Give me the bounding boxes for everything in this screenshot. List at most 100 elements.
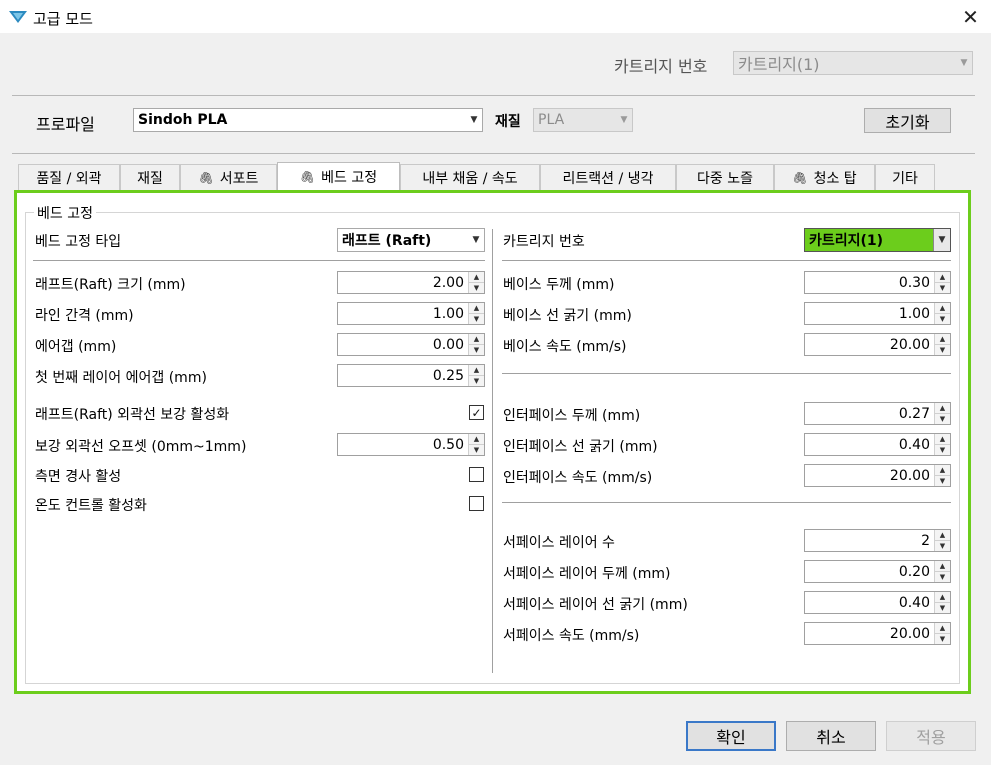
spin-down-icon[interactable]: ▼: [469, 313, 484, 324]
material-label: 재질: [495, 114, 521, 130]
interface-speed-spinbox[interactable]: 20.00 ▲ ▼: [804, 464, 951, 487]
spin-up-icon[interactable]: ▲: [935, 303, 950, 313]
spin-up-icon[interactable]: ▲: [469, 303, 484, 313]
top-cartridge-select[interactable]: 카트리지(1) ▼: [733, 51, 973, 75]
tab-material[interactable]: 재질: [120, 164, 180, 190]
line-spacing-spinbox[interactable]: 1.00 ▲ ▼: [337, 302, 485, 325]
tab-retraction-cooling[interactable]: 리트랙션 / 냉각: [540, 164, 676, 190]
spin-up-icon[interactable]: ▲: [935, 434, 950, 444]
spin-down-icon[interactable]: ▼: [469, 282, 484, 293]
tab-infill-speed[interactable]: 내부 채움 / 속도: [400, 164, 540, 190]
spin-up-icon[interactable]: ▲: [935, 530, 950, 540]
base-speed-label: 베이스 속도 (mm/s): [503, 339, 627, 355]
chevron-down-icon: ▼: [472, 235, 480, 245]
group-title: 베드 고정: [34, 203, 96, 223]
base-line-width-label: 베이스 선 굵기 (mm): [503, 308, 632, 324]
surface-layer-count-label: 서페이스 레이어 수: [503, 535, 615, 551]
airgap-label: 에어갭 (mm): [35, 339, 117, 355]
spin-down-icon[interactable]: ▼: [935, 540, 950, 551]
raft-size-label: 래프트(Raft) 크기 (mm): [35, 277, 186, 293]
raft-outline-checkbox[interactable]: ✓: [469, 405, 484, 420]
divider: [502, 260, 951, 261]
divider: [12, 153, 975, 154]
paperclip-icon: 🖇: [792, 170, 808, 185]
first-layer-airgap-spinbox[interactable]: 0.25 ▲ ▼: [337, 364, 485, 387]
surface-layer-count-spinbox[interactable]: 2 ▲ ▼: [804, 529, 951, 552]
interface-line-width-label: 인터페이스 선 굵기 (mm): [503, 439, 658, 455]
base-line-width-spinbox[interactable]: 1.00 ▲ ▼: [804, 302, 951, 325]
base-thickness-spinbox[interactable]: 0.30 ▲ ▼: [804, 271, 951, 294]
spin-up-icon[interactable]: ▲: [469, 365, 484, 375]
surface-layer-line-width-label: 서페이스 레이어 선 굵기 (mm): [503, 597, 688, 613]
raft-size-spinbox[interactable]: 2.00 ▲ ▼: [337, 271, 485, 294]
interface-thickness-spinbox[interactable]: 0.27 ▲ ▼: [804, 402, 951, 425]
profile-select[interactable]: Sindoh PLA ▼: [133, 108, 483, 132]
spin-down-icon[interactable]: ▼: [935, 344, 950, 355]
outline-offset-label: 보강 외곽선 오프셋 (0mm~1mm): [35, 439, 247, 455]
spin-down-icon[interactable]: ▼: [935, 444, 950, 455]
tab-support[interactable]: 🖇 서포트: [180, 164, 277, 190]
interface-thickness-label: 인터페이스 두께 (mm): [503, 408, 641, 424]
spin-down-icon[interactable]: ▼: [935, 413, 950, 424]
base-thickness-label: 베이스 두께 (mm): [503, 277, 615, 293]
spin-up-icon[interactable]: ▲: [935, 623, 950, 633]
spin-down-icon[interactable]: ▼: [935, 313, 950, 324]
close-icon: ✕: [962, 4, 979, 29]
spin-down-icon[interactable]: ▼: [469, 344, 484, 355]
chevron-down-icon: ▼: [470, 115, 478, 125]
spin-up-icon[interactable]: ▲: [935, 592, 950, 602]
spin-up-icon[interactable]: ▲: [935, 465, 950, 475]
tab-wipe-tower[interactable]: 🖇 청소 탑: [774, 164, 875, 190]
reset-button[interactable]: 초기화: [864, 108, 951, 133]
spin-up-icon[interactable]: ▲: [935, 272, 950, 282]
surface-layer-thickness-spinbox[interactable]: 0.20 ▲ ▼: [804, 560, 951, 583]
surface-layer-line-width-spinbox[interactable]: 0.40 ▲ ▼: [804, 591, 951, 614]
spin-down-icon[interactable]: ▼: [935, 602, 950, 613]
spin-down-icon[interactable]: ▼: [469, 444, 484, 455]
column-divider: [492, 229, 493, 673]
bed-type-select[interactable]: 래프트 (Raft) ▼: [337, 228, 485, 252]
cancel-button[interactable]: 취소: [786, 721, 876, 751]
tab-bed-adhesion[interactable]: 🖇 베드 고정: [277, 162, 400, 190]
divider: [12, 95, 975, 96]
spin-up-icon[interactable]: ▲: [935, 561, 950, 571]
divider: [502, 373, 951, 374]
cartridge-select[interactable]: 카트리지(1) ▼: [804, 228, 951, 252]
interface-line-width-spinbox[interactable]: 0.40 ▲ ▼: [804, 433, 951, 456]
material-select[interactable]: PLA ▼: [533, 108, 633, 132]
tab-multi-nozzle[interactable]: 다중 노즐: [676, 164, 774, 190]
side-slope-checkbox[interactable]: [469, 467, 484, 482]
apply-button[interactable]: 적용: [886, 721, 976, 751]
spin-down-icon[interactable]: ▼: [935, 633, 950, 644]
chevron-down-icon: ▼: [960, 58, 968, 68]
window-title: 고급 모드: [33, 10, 93, 28]
spin-down-icon[interactable]: ▼: [935, 475, 950, 486]
tab-quality[interactable]: 품질 / 외곽: [18, 164, 120, 190]
base-speed-spinbox[interactable]: 20.00 ▲ ▼: [804, 333, 951, 356]
airgap-spinbox[interactable]: 0.00 ▲ ▼: [337, 333, 485, 356]
surface-speed-label: 서페이스 속도 (mm/s): [503, 628, 640, 644]
outline-offset-spinbox[interactable]: 0.50 ▲ ▼: [337, 433, 485, 456]
ok-button[interactable]: 확인: [686, 721, 776, 751]
side-slope-label: 측면 경사 활성: [35, 469, 122, 485]
spin-down-icon[interactable]: ▼: [935, 571, 950, 582]
surface-speed-spinbox[interactable]: 20.00 ▲ ▼: [804, 622, 951, 645]
spin-down-icon[interactable]: ▼: [469, 375, 484, 386]
spin-down-icon[interactable]: ▼: [935, 282, 950, 293]
spin-up-icon[interactable]: ▲: [469, 272, 484, 282]
chevron-down-icon: ▼: [933, 229, 950, 251]
chevron-down-icon: ▼: [620, 115, 628, 125]
profile-label: 프로파일: [36, 115, 95, 134]
close-button[interactable]: ✕: [950, 0, 991, 33]
raft-outline-label: 래프트(Raft) 외곽선 보강 활성화: [35, 407, 230, 423]
cartridge-label: 카트리지 번호: [503, 234, 585, 250]
spin-up-icon[interactable]: ▲: [935, 334, 950, 344]
tab-etc[interactable]: 기타: [875, 164, 935, 190]
spin-up-icon[interactable]: ▲: [469, 334, 484, 344]
spin-up-icon[interactable]: ▲: [469, 434, 484, 444]
spin-up-icon[interactable]: ▲: [935, 403, 950, 413]
interface-speed-label: 인터페이스 속도 (mm/s): [503, 470, 653, 486]
temperature-control-label: 온도 컨트롤 활성화: [35, 498, 147, 514]
temperature-control-checkbox[interactable]: [469, 496, 484, 511]
divider: [33, 260, 485, 261]
